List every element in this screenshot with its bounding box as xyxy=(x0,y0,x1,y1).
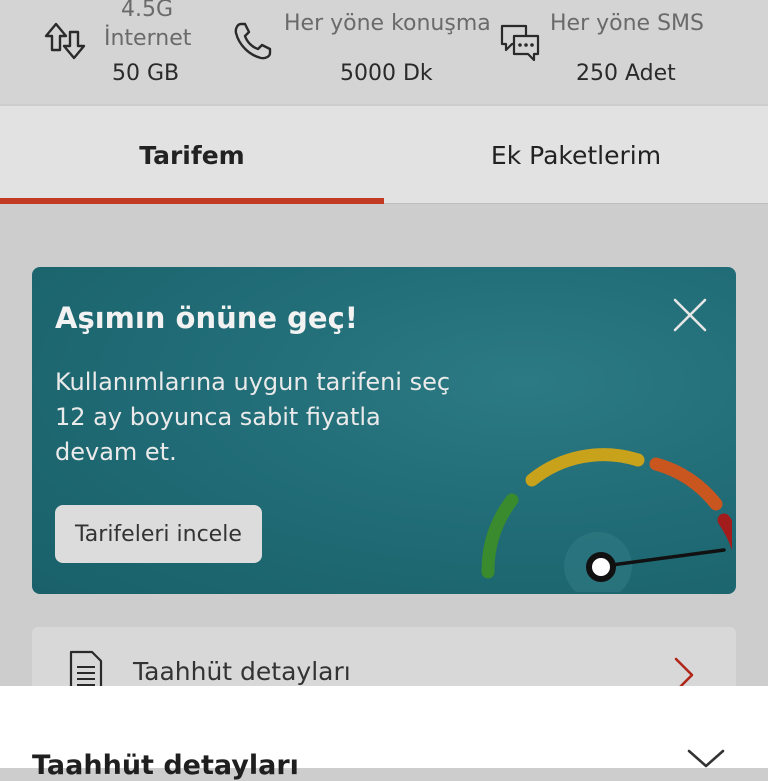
data-arrows-icon xyxy=(42,20,88,66)
promo-title: Aşımın önüne geç! xyxy=(55,301,359,335)
allowance-voice[interactable]: Her yöne konuşma 5000 Dk xyxy=(230,0,491,104)
promo-text-line-3: devam et. xyxy=(55,438,177,466)
promo-banner: Aşımın önüne geç! Kullanımlarına uygun t… xyxy=(32,267,736,594)
bottom-sheet-title: Taahhüt detayları xyxy=(32,750,299,781)
promo-text-line-1: Kullanımlarına uygun tarifeni seç xyxy=(55,368,451,396)
active-tab-indicator xyxy=(0,198,384,204)
chevron-down-icon[interactable] xyxy=(686,748,726,772)
voice-label: Her yöne konuşma xyxy=(284,11,491,36)
tab-tarifem[interactable]: Tarifem xyxy=(0,106,384,204)
commitment-details-label: Taahhüt detayları xyxy=(133,657,351,686)
allowances-bar: 4.5G İnternet 50 GB Her yöne konuşma 500… xyxy=(0,0,768,104)
tab-bar: Tarifem Ek Paketlerim xyxy=(0,106,768,204)
speedometer-icon xyxy=(472,432,736,594)
chat-bubbles-icon xyxy=(498,22,542,66)
tab-tarifem-label: Tarifem xyxy=(139,140,245,170)
phone-icon xyxy=(232,20,274,66)
bottom-sheet: Taahhüt detayları xyxy=(0,686,768,781)
internet-value: 50 GB xyxy=(112,61,180,86)
voice-value: 5000 Dk xyxy=(340,61,433,86)
allowance-sms[interactable]: Her yöne SMS 250 Adet xyxy=(490,0,768,104)
internet-label: İnternet xyxy=(104,26,192,51)
internet-type: 4.5G xyxy=(121,0,174,22)
promo-text-line-2: 12 ay boyunca sabit fiyatla xyxy=(55,403,381,431)
tab-ek-paketlerim-label: Ek Paketlerim xyxy=(490,140,662,170)
sms-value: 250 Adet xyxy=(576,61,676,86)
allowance-internet[interactable]: 4.5G İnternet 50 GB xyxy=(0,0,230,104)
tab-ek-paketlerim[interactable]: Ek Paketlerim xyxy=(384,106,768,204)
tarifeleri-incele-button[interactable]: Tarifeleri incele xyxy=(55,505,262,563)
sms-label: Her yöne SMS xyxy=(550,11,704,36)
close-icon[interactable] xyxy=(670,295,710,335)
